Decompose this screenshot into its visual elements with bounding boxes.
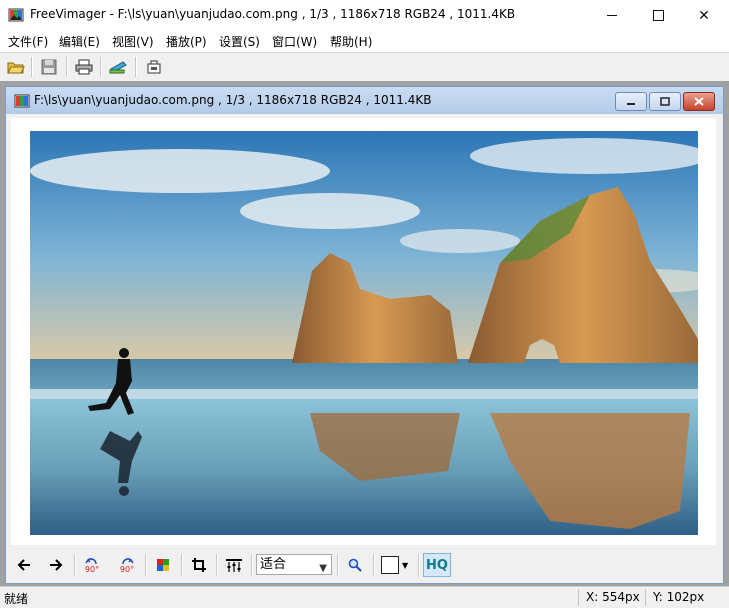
toolbar-separator	[418, 554, 420, 576]
toolbar-separator	[216, 554, 218, 576]
background-color-picker[interactable]: ▼	[379, 554, 415, 576]
capture-button[interactable]	[143, 56, 165, 78]
status-divider	[578, 589, 579, 606]
toolbar-separator	[31, 57, 33, 77]
rotate-ccw-label: 90°	[84, 565, 100, 574]
image-child-window: F:\ls\yuan\yuanjudao.com.png , 1/3 , 118…	[5, 86, 724, 584]
crop-button[interactable]	[187, 554, 211, 576]
save-icon	[41, 59, 57, 75]
child-close-button[interactable]	[683, 92, 715, 111]
main-toolbar	[0, 52, 729, 82]
open-button[interactable]	[5, 56, 27, 78]
photo-scene	[30, 131, 698, 535]
rotate-ccw-button[interactable]: 90°	[80, 554, 104, 576]
toolbar-separator	[100, 57, 102, 77]
toolbar-separator	[74, 554, 76, 576]
scan-icon	[109, 61, 127, 74]
arrow-right-icon	[50, 559, 63, 571]
maximize-button[interactable]	[635, 0, 681, 31]
image-viewport[interactable]	[11, 118, 716, 545]
status-divider	[645, 589, 646, 606]
status-bar: 就绪 X: 554px Y: 102px	[0, 586, 729, 608]
child-title-bar: F:\ls\yuan\yuanjudao.com.png , 1/3 , 118…	[6, 87, 723, 114]
zoom-tool-button[interactable]	[343, 554, 367, 576]
toolbar-separator	[181, 554, 183, 576]
minimize-icon	[607, 15, 617, 16]
mdi-client-area: F:\ls\yuan\yuanjudao.com.png , 1/3 , 118…	[0, 81, 729, 586]
hq-toggle-button[interactable]: HQ	[423, 553, 451, 577]
levels-button[interactable]	[222, 554, 246, 576]
menu-view[interactable]: 视图(V)	[112, 33, 154, 50]
toolbar-separator	[251, 554, 253, 576]
capture-icon	[147, 60, 161, 74]
menu-play[interactable]: 播放(P)	[166, 33, 207, 50]
menu-file[interactable]: 文件(F)	[8, 33, 48, 50]
crop-icon	[192, 558, 206, 572]
status-text: 就绪	[4, 592, 29, 606]
scan-button[interactable]	[107, 56, 129, 78]
close-icon	[694, 97, 704, 106]
dropdown-arrow-icon: ▼	[402, 560, 409, 570]
rotate-cw-button[interactable]: 90°	[115, 554, 139, 576]
menu-settings[interactable]: 设置(S)	[219, 33, 260, 50]
beach-photo	[30, 131, 698, 535]
menu-edit[interactable]: 编辑(E)	[59, 33, 100, 50]
toolbar-separator	[135, 57, 137, 77]
restore-icon	[660, 97, 670, 106]
next-image-button[interactable]	[44, 554, 68, 576]
color-adjust-button[interactable]	[151, 554, 175, 576]
minimize-icon	[627, 102, 635, 105]
minimize-button[interactable]	[589, 0, 635, 31]
toolbar-separator	[66, 57, 68, 77]
rotate-cw-label: 90°	[119, 565, 135, 574]
color-swatch	[381, 556, 399, 574]
child-restore-button[interactable]	[649, 92, 681, 111]
magnifier-icon	[348, 558, 362, 572]
child-app-icon	[14, 94, 30, 108]
window-title: FreeVimager - F:\ls\yuan\yuanjudao.com.p…	[30, 7, 516, 21]
close-button[interactable]: ✕	[681, 0, 727, 31]
levels-icon	[226, 559, 242, 572]
toolbar-separator	[373, 554, 375, 576]
child-window-title: F:\ls\yuan\yuanjudao.com.png , 1/3 , 118…	[34, 93, 432, 107]
menu-help[interactable]: 帮助(H)	[330, 33, 372, 50]
toolbar-separator	[145, 554, 147, 576]
chevron-down-icon: ▼	[319, 563, 327, 574]
app-icon	[8, 8, 24, 22]
previous-image-button[interactable]	[12, 554, 36, 576]
menu-window[interactable]: 窗口(W)	[272, 33, 317, 50]
save-button[interactable]	[38, 56, 60, 78]
child-minimize-button[interactable]	[615, 92, 647, 111]
toolbar-separator	[337, 554, 339, 576]
arrow-left-icon	[17, 559, 30, 571]
print-icon	[75, 59, 93, 75]
image-toolbar: 90° 90° 适合 ▼ ▼ HQ	[6, 548, 723, 581]
menu-bar: 文件(F) 编辑(E) 视图(V) 播放(P) 设置(S) 窗口(W) 帮助(H…	[0, 31, 729, 51]
maximize-icon	[652, 10, 664, 21]
color-grid-icon	[157, 559, 169, 571]
zoom-value: 适合	[260, 557, 287, 572]
cursor-y-readout: Y: 102px	[653, 590, 705, 604]
print-button[interactable]	[73, 56, 95, 78]
open-folder-icon	[7, 62, 25, 74]
zoom-select[interactable]: 适合 ▼	[256, 554, 332, 575]
title-bar: FreeVimager - F:\ls\yuan\yuanjudao.com.p…	[0, 0, 729, 31]
cursor-x-readout: X: 554px	[586, 590, 640, 604]
close-icon: ✕	[698, 7, 710, 24]
